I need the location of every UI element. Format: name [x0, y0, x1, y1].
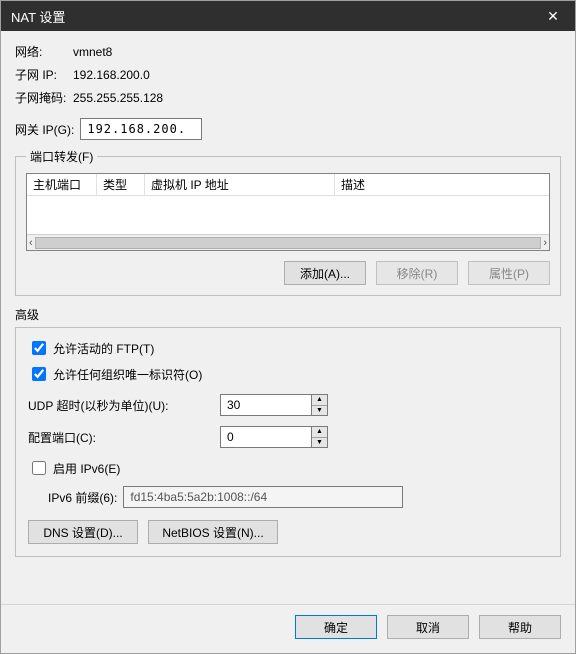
enable-ipv6-checkbox[interactable] [32, 461, 46, 475]
udp-timeout-label: UDP 超时(以秒为单位)(U): [28, 397, 214, 414]
subnet-mask-row: 子网掩码: 255.255.255.128 [15, 89, 561, 106]
col-type[interactable]: 类型 [97, 174, 145, 195]
subnet-mask-label: 子网掩码: [15, 89, 73, 106]
network-label: 网络: [15, 43, 73, 60]
ipv6-prefix-row: IPv6 前缀(6): [48, 486, 548, 508]
content-area: 网络: vmnet8 子网 IP: 192.168.200.0 子网掩码: 25… [1, 31, 575, 604]
allow-oui-row[interactable]: 允许任何组织唯一标识符(O) [28, 364, 548, 384]
udp-timeout-row: UDP 超时(以秒为单位)(U): ▲ ▼ [28, 394, 548, 416]
table-header: 主机端口 类型 虚拟机 IP 地址 描述 [27, 174, 549, 196]
spin-up-icon[interactable]: ▲ [312, 395, 327, 406]
properties-button: 属性(P) [468, 261, 550, 285]
port-forward-buttons: 添加(A)... 移除(R) 属性(P) [26, 261, 550, 285]
window-title: NAT 设置 [11, 7, 65, 26]
config-port-input[interactable] [220, 426, 312, 448]
udp-timeout-input[interactable] [220, 394, 312, 416]
help-button[interactable]: 帮助 [479, 615, 561, 639]
config-port-spinner[interactable]: ▲ ▼ [220, 426, 328, 448]
col-host-port[interactable]: 主机端口 [27, 174, 97, 195]
config-port-row: 配置端口(C): ▲ ▼ [28, 426, 548, 448]
advanced-label: 高级 [15, 306, 561, 323]
horizontal-scrollbar[interactable]: ‹ › [27, 234, 549, 250]
dialog-footer: 确定 取消 帮助 [1, 605, 575, 653]
allow-oui-label: 允许任何组织唯一标识符(O) [53, 366, 202, 383]
scroll-track[interactable] [35, 237, 542, 249]
allow-ftp-label: 允许活动的 FTP(T) [53, 340, 154, 357]
enable-ipv6-label: 启用 IPv6(E) [53, 460, 120, 477]
ok-button[interactable]: 确定 [295, 615, 377, 639]
col-vm-ip[interactable]: 虚拟机 IP 地址 [145, 174, 335, 195]
netbios-settings-button[interactable]: NetBIOS 设置(N)... [148, 520, 278, 544]
dns-settings-button[interactable]: DNS 设置(D)... [28, 520, 138, 544]
advanced-buttons: DNS 设置(D)... NetBIOS 设置(N)... [28, 520, 548, 544]
network-value: vmnet8 [73, 45, 112, 59]
gateway-label: 网关 IP(G): [15, 121, 74, 138]
enable-ipv6-row[interactable]: 启用 IPv6(E) [28, 458, 548, 478]
nat-settings-dialog: NAT 设置 ✕ 网络: vmnet8 子网 IP: 192.168.200.0… [0, 0, 576, 654]
ipv6-prefix-label: IPv6 前缀(6): [48, 489, 117, 506]
subnet-ip-row: 子网 IP: 192.168.200.0 [15, 66, 561, 83]
scroll-right-icon[interactable]: › [543, 237, 547, 249]
spin-down-icon[interactable]: ▼ [312, 438, 327, 448]
gateway-row: 网关 IP(G): [15, 118, 561, 140]
subnet-ip-value: 192.168.200.0 [73, 68, 150, 82]
advanced-group: 允许活动的 FTP(T) 允许任何组织唯一标识符(O) UDP 超时(以秒为单位… [15, 327, 561, 557]
udp-timeout-spinner[interactable]: ▲ ▼ [220, 394, 328, 416]
port-forward-group: 端口转发(F) 主机端口 类型 虚拟机 IP 地址 描述 ‹ › 添加(A)..… [15, 148, 561, 296]
close-icon[interactable]: ✕ [539, 8, 567, 25]
port-forward-table[interactable]: 主机端口 类型 虚拟机 IP 地址 描述 ‹ › [26, 173, 550, 251]
cancel-button[interactable]: 取消 [387, 615, 469, 639]
network-row: 网络: vmnet8 [15, 43, 561, 60]
gateway-input[interactable] [80, 118, 202, 140]
port-forward-legend: 端口转发(F) [26, 148, 97, 165]
ipv6-prefix-input [123, 486, 403, 508]
allow-ftp-row[interactable]: 允许活动的 FTP(T) [28, 338, 548, 358]
remove-button: 移除(R) [376, 261, 458, 285]
subnet-ip-label: 子网 IP: [15, 66, 73, 83]
subnet-mask-value: 255.255.255.128 [73, 91, 163, 105]
spin-down-icon[interactable]: ▼ [312, 406, 327, 416]
allow-oui-checkbox[interactable] [32, 367, 46, 381]
scroll-left-icon[interactable]: ‹ [29, 237, 33, 249]
col-desc[interactable]: 描述 [335, 174, 549, 195]
allow-ftp-checkbox[interactable] [32, 341, 46, 355]
add-button[interactable]: 添加(A)... [284, 261, 366, 285]
config-port-label: 配置端口(C): [28, 429, 214, 446]
titlebar: NAT 设置 ✕ [1, 1, 575, 31]
spin-up-icon[interactable]: ▲ [312, 427, 327, 438]
